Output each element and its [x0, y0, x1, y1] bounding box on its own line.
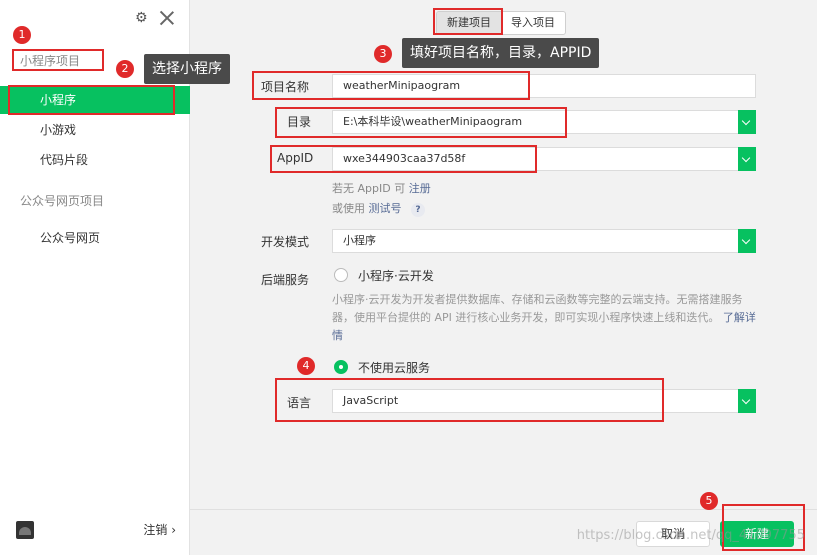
- annotation-badge-2: 2: [116, 60, 134, 78]
- project-name-value: weatherMinipaogram: [343, 79, 461, 92]
- appid-label: AppID: [277, 151, 314, 165]
- annotation-badge-5: 5: [700, 492, 718, 510]
- sidebar-section-official-account: 公众号网页项目: [20, 194, 105, 208]
- project-name-input[interactable]: weatherMinipaogram: [332, 74, 756, 98]
- dev-mode-select[interactable]: 小程序: [332, 229, 756, 253]
- dev-mode-dropdown-button[interactable]: [738, 229, 756, 253]
- cloud-dev-description-text: 小程序·云开发为开发者提供数据库、存储和云函数等完整的云端支持。无需搭建服务器，…: [332, 293, 743, 324]
- sidebar-item-minigame[interactable]: 小游戏: [0, 116, 190, 144]
- backend-label: 后端服务: [261, 273, 310, 287]
- annotation-badge-3: 3: [374, 45, 392, 63]
- appid-value: wxe344903caa37d58f: [343, 152, 466, 165]
- language-dropdown-button[interactable]: [738, 389, 756, 413]
- annotation-badge-1: 1: [13, 26, 31, 44]
- directory-value: E:\本科毕设\weatherMinipaogram: [343, 115, 523, 128]
- cloud-dev-description: 小程序·云开发为开发者提供数据库、存储和云函数等完整的云端支持。无需搭建服务器，…: [332, 291, 762, 345]
- sidebar-item-official-account-web[interactable]: 公众号网页: [0, 224, 190, 252]
- test-account-hint: 或使用 测试号 ?: [332, 200, 425, 217]
- radio-no-cloud[interactable]: [334, 360, 348, 374]
- radio-cloud-dev[interactable]: [334, 268, 348, 282]
- sidebar-bottom: 注销 ›: [0, 511, 190, 555]
- sidebar-item-miniprogram[interactable]: 小程序: [0, 86, 190, 114]
- project-name-label: 项目名称: [261, 80, 310, 94]
- project-tabs: 新建项目 导入项目: [436, 11, 566, 35]
- test-account-link[interactable]: 测试号: [369, 202, 402, 215]
- sidebar-top-controls: ⚙: [135, 10, 175, 26]
- no-cloud-option-label[interactable]: 不使用云服务: [358, 359, 430, 376]
- main-panel: 新建项目 导入项目 项目名称 weatherMinipaogram 目录 E:\…: [190, 0, 817, 555]
- dev-mode-label: 开发模式: [261, 235, 310, 249]
- logout-button[interactable]: 注销 ›: [143, 521, 176, 538]
- language-label: 语言: [287, 396, 312, 410]
- watermark: https://blog.csdn.net/qq_41097755: [576, 528, 805, 543]
- annotation-badge-4: 4: [297, 357, 315, 375]
- directory-input[interactable]: E:\本科毕设\weatherMinipaogram: [332, 110, 756, 134]
- annotation-callout-3: 填好项目名称，目录，APPID: [402, 38, 600, 68]
- sidebar-section-miniprogram: 小程序项目: [20, 54, 81, 68]
- help-icon[interactable]: ?: [411, 203, 425, 217]
- avatar: [16, 521, 34, 539]
- test-account-hint-text: 或使用: [332, 202, 365, 215]
- appid-hint-text: 若无 AppID 可: [332, 182, 406, 195]
- close-icon[interactable]: [159, 10, 175, 26]
- appid-input[interactable]: wxe344903caa37d58f: [332, 147, 756, 171]
- annotation-callout-2: 选择小程序: [144, 54, 230, 84]
- directory-label: 目录: [287, 115, 312, 129]
- language-select[interactable]: JavaScript: [332, 389, 756, 413]
- appid-register-hint: 若无 AppID 可 注册: [332, 180, 431, 196]
- sidebar-item-code-snippet[interactable]: 代码片段: [0, 146, 190, 174]
- directory-dropdown-button[interactable]: [738, 110, 756, 134]
- register-link[interactable]: 注册: [409, 182, 431, 195]
- cloud-dev-option-label[interactable]: 小程序·云开发: [358, 267, 434, 284]
- language-value: JavaScript: [343, 394, 399, 407]
- appid-dropdown-button[interactable]: [738, 147, 756, 171]
- gear-icon[interactable]: ⚙: [135, 11, 149, 25]
- tab-import-project[interactable]: 导入项目: [501, 12, 565, 34]
- dev-mode-value: 小程序: [343, 234, 376, 247]
- tab-new-project[interactable]: 新建项目: [437, 12, 501, 34]
